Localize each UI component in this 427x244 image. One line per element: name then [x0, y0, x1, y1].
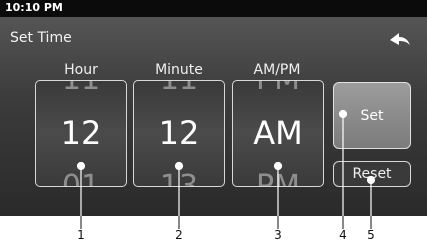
hour-label: Hour: [64, 62, 98, 78]
callout-number-3: 3: [274, 228, 282, 242]
minute-prev-value: 11: [134, 81, 224, 95]
ampm-label: AM/PM: [253, 62, 301, 78]
ampm-spinner[interactable]: PM AM PM: [232, 80, 324, 187]
head-unit-screen: 10:10 PM Set Time Hour 11 12 01 Minute 1…: [0, 0, 427, 216]
ampm-value: AM: [253, 114, 303, 152]
minute-next-value: 13: [159, 169, 199, 187]
hour-next-value: 01: [61, 169, 101, 187]
callout-number-5: 5: [367, 228, 375, 242]
minute-value: 12: [158, 114, 200, 152]
ampm-next-value: PM: [256, 169, 300, 187]
status-bar: 10:10 PM: [0, 0, 427, 17]
reset-button[interactable]: Reset: [333, 161, 411, 187]
minute-spinner[interactable]: 11 12 13: [133, 80, 225, 187]
back-button[interactable]: [380, 25, 418, 55]
hour-value: 12: [60, 114, 102, 152]
status-time: 10:10 PM: [5, 1, 63, 14]
back-arrow-icon: [390, 33, 410, 45]
callout-number-1: 1: [77, 228, 85, 242]
hour-prev-value: 11: [36, 81, 126, 95]
hour-spinner[interactable]: 11 12 01: [35, 80, 127, 187]
callout-number-4: 4: [339, 228, 347, 242]
page-title: Set Time: [10, 30, 72, 46]
minute-label: Minute: [155, 62, 203, 78]
set-button[interactable]: Set: [333, 82, 411, 149]
callout-number-2: 2: [175, 228, 183, 242]
ampm-prev-value: PM: [233, 81, 323, 95]
